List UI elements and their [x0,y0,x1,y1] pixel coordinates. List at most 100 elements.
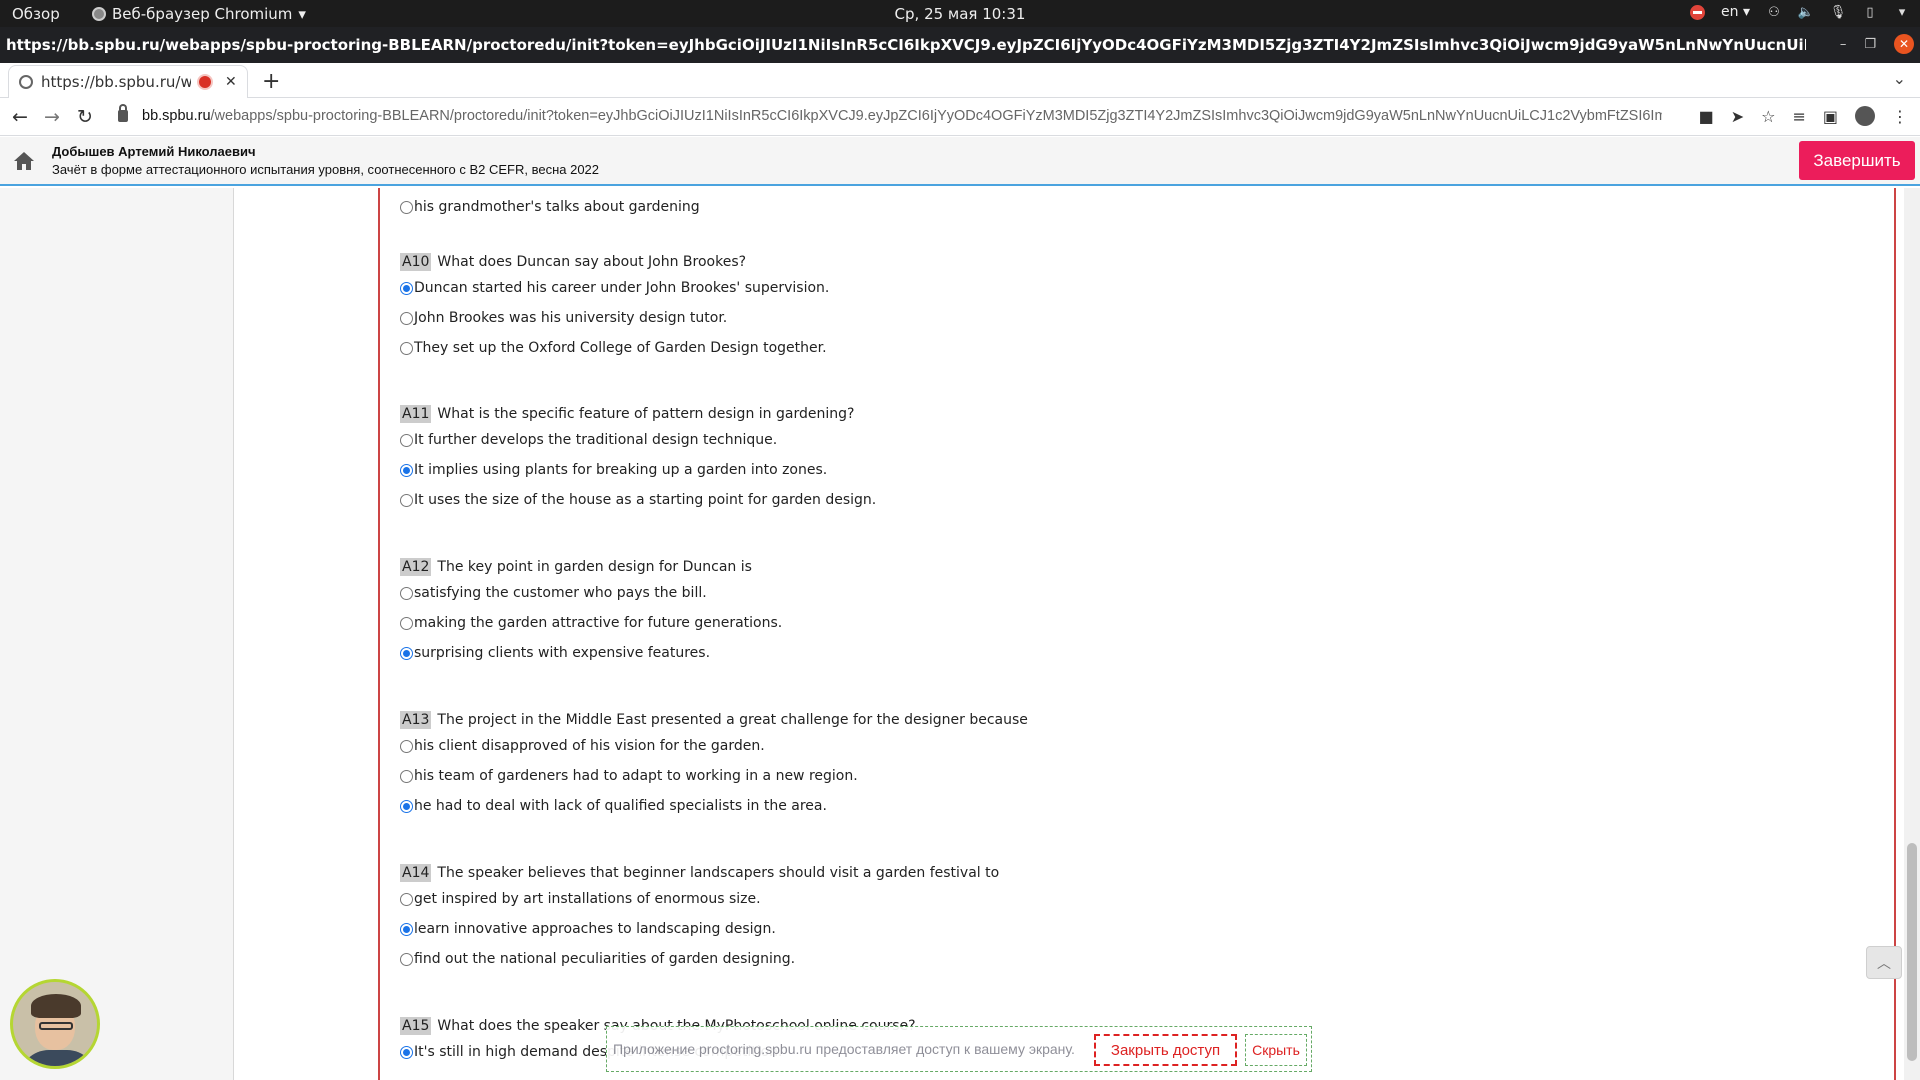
radio-button[interactable] [400,433,413,447]
chromium-icon [92,7,106,21]
answer-option[interactable]: get inspired by art installations of eno… [400,884,999,914]
reload-icon[interactable]: ↻ [77,106,93,128]
active-tab[interactable]: https://bb.spbu.ru/we ✕ [8,65,248,98]
restore-icon[interactable]: ❐ [1864,37,1876,52]
chevron-up-icon: ︿ [1877,955,1891,972]
system-tray[interactable]: en ▾ ⚇ 🔈 🎙 ▯ ▾ [1690,4,1910,20]
profile-icon[interactable] [1855,106,1875,126]
radio-button-selected[interactable] [400,1045,413,1059]
answer-option[interactable]: learn innovative approaches to landscapi… [400,914,999,944]
answer-option[interactable]: John Brookes was his university design t… [400,303,829,333]
radio-button[interactable] [400,769,413,783]
side-panel-icon[interactable]: ▣ [1823,107,1838,126]
proctoring-header: Добышев Артемий Николаевич Зачёт в форме… [0,137,1920,186]
tab-title: https://bb.spbu.ru/we [41,73,191,91]
answer-option[interactable]: his client disapproved of his vision for… [400,731,1028,761]
option-label: find out the national peculiarities of g… [414,951,796,967]
scroll-to-top-button[interactable]: ︿ [1866,946,1902,979]
battery-icon[interactable]: ▯ [1862,4,1878,20]
finish-button[interactable]: Завершить [1799,141,1915,180]
webcam-preview[interactable] [10,979,100,1069]
close-tab-icon[interactable]: ✕ [225,74,237,90]
lock-icon[interactable] [118,104,128,122]
option-label: he had to deal with lack of qualified sp… [414,798,827,814]
recording-icon [199,76,211,88]
answer-option[interactable]: his team of gardeners had to adapt to wo… [400,761,1028,791]
stop-sharing-button[interactable]: Закрыть доступ [1094,1034,1237,1066]
answer-option[interactable]: satisfying the customer who pays the bil… [400,578,782,608]
activities-button[interactable]: Обзор [12,5,60,23]
radio-button[interactable] [400,586,413,600]
new-tab-icon[interactable]: + [262,69,280,94]
answer-option[interactable]: It uses the size of the house as a start… [400,485,876,515]
send-icon[interactable]: ➤ [1731,107,1744,126]
clock[interactable]: Ср, 25 мая 10:31 [895,5,1026,23]
answer-option[interactable]: It implies using plants for breaking up … [400,455,876,485]
radio-button[interactable] [400,616,413,630]
radio-button[interactable] [400,952,413,966]
reading-list-icon[interactable]: ≡ [1792,107,1805,126]
questions-area: his grandmother's talks about gardening … [378,188,1896,1080]
question-a13: A13 The project in the Middle East presen… [400,709,1028,821]
microphone-icon[interactable]: 🎙 [1830,4,1847,20]
answer-option[interactable]: Duncan started his career under John Bro… [400,273,829,303]
keyboard-layout[interactable]: en ▾ [1721,4,1750,20]
address-bar[interactable]: bb.spbu.ru/webapps/spbu-proctoring-BBLEA… [142,108,1662,124]
radio-button[interactable] [400,311,413,325]
answer-option[interactable]: It further develops the traditional desi… [400,425,876,455]
window-title: https://bb.spbu.ru/webapps/spbu-proctori… [6,36,1806,54]
radio-button-selected[interactable] [400,463,413,477]
answer-option[interactable]: They set up the Oxford College of Garden… [400,333,829,363]
option-label: John Brookes was his university design t… [414,310,728,326]
radio-button-selected[interactable] [400,922,413,936]
question-a14: A14 The speaker believes that beginner la… [400,862,999,974]
question-text: The key point in garden design for Dunca… [437,559,752,575]
option-label: his client disapproved of his vision for… [414,738,765,754]
page-scrollbar[interactable] [1904,188,1920,1080]
do-not-disturb-icon[interactable] [1690,4,1706,20]
radio-button[interactable] [400,892,413,906]
system-top-bar: Обзор Веб-браузер Chromium ▾ Ср, 25 мая … [0,0,1920,27]
answer-option[interactable]: his grandmother's talks about gardening [400,192,700,222]
share-notice-text: Приложение proctoring.spbu.ru предоставл… [613,1041,1075,1057]
scrollbar-thumb[interactable] [1907,843,1917,1061]
tab-search-icon[interactable]: ⌄ [1893,69,1906,88]
app-menu[interactable]: Веб-браузер Chromium ▾ [92,5,306,23]
home-icon[interactable] [13,151,35,171]
back-icon[interactable]: ← [12,106,28,128]
question-number: A15 [400,1017,432,1035]
left-sidebar [0,188,234,1080]
question-a12: A12 The key point in garden design for Du… [400,556,782,668]
option-label: surprising clients with expensive featur… [414,645,711,661]
forward-icon[interactable]: → [44,106,60,128]
camera-icon[interactable]: ■ [1699,107,1714,126]
bookmark-star-icon[interactable]: ☆ [1761,107,1775,126]
radio-button[interactable] [400,739,413,753]
volume-icon[interactable]: 🔈 [1798,4,1814,20]
hide-notice-button[interactable]: Скрыть [1245,1034,1307,1066]
answer-option[interactable]: find out the national peculiarities of g… [400,944,999,974]
radio-button[interactable] [400,493,413,507]
app-name: Веб-браузер Chromium [112,5,293,23]
chevron-down-icon[interactable]: ▾ [1894,4,1910,20]
network-icon[interactable]: ⚇ [1766,4,1782,20]
radio-button-selected[interactable] [400,646,413,660]
radio-button[interactable] [400,341,413,355]
question-number: A13 [400,711,432,729]
minimize-icon[interactable]: – [1840,37,1847,52]
question-number: A14 [400,864,432,882]
radio-button-selected[interactable] [400,799,413,813]
answer-option[interactable]: surprising clients with expensive featur… [400,638,782,668]
screen-share-notice: Приложение proctoring.spbu.ru предоставл… [606,1026,1312,1072]
answer-option[interactable]: making the garden attractive for future … [400,608,782,638]
radio-button-selected[interactable] [400,281,413,295]
close-window-icon[interactable]: ✕ [1894,34,1914,54]
option-label: It further develops the traditional desi… [414,432,778,448]
student-name: Добышев Артемий Николаевич [52,144,256,159]
cam-hair [31,994,81,1018]
radio-button[interactable] [400,200,413,214]
question-text: The speaker believes that beginner lands… [437,865,1000,881]
tab-strip: https://bb.spbu.ru/we ✕ + ⌄ [0,63,1920,98]
answer-option[interactable]: he had to deal with lack of qualified sp… [400,791,1028,821]
menu-kebab-icon[interactable]: ⋮ [1892,107,1908,126]
